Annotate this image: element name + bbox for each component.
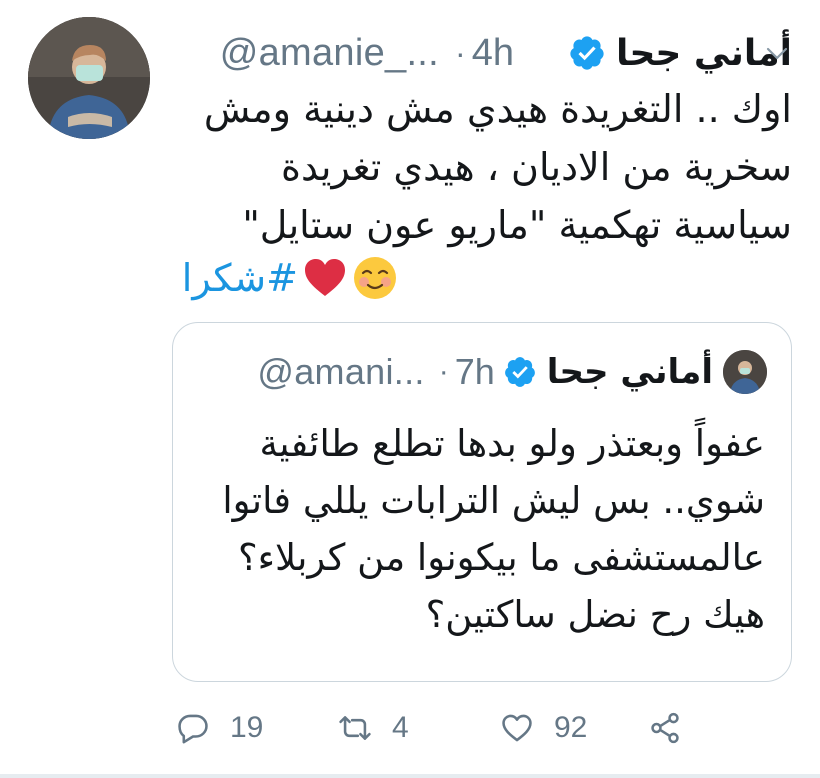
reply-icon [178,714,208,744]
tweet-header: @amanie_... · 4h أماني جحا [170,28,792,78]
divider [0,774,820,778]
tweet-meta: @amanie_... · 4h أماني جحا [220,32,792,75]
quoted-tweet-meta: @amani... · 7h أماني جحا [257,351,713,393]
like-count: 92 [554,711,588,744]
tweet-timestamp[interactable]: 4h [472,32,514,75]
chevron-down-icon[interactable] [762,38,792,68]
like-button[interactable]: 92 [500,711,648,745]
heart-icon [502,714,532,742]
verified-badge-icon [504,357,535,387]
hashtag-link[interactable]: #شكرا [182,256,298,300]
share-icon [651,712,679,744]
quoted-text-line: شوي.. بس ليش الترابات يللي فاتوا [222,479,765,522]
tweet-text-line: اوك .. التغريدة هيدي مش دينية ومش [203,87,792,131]
tweet-text-line: سياسية تهكمية "ماريو عون ستايل" [242,203,792,247]
quoted-text-line: عالمستشفى ما بيكونوا من كربلاء؟ [237,536,765,579]
quoted-text-line: هيك رح نضل ساكتين؟ [425,593,765,636]
reply-button[interactable]: 19 [176,711,338,745]
tweet-tags: #شكرا [182,252,398,304]
author-handle[interactable]: @amanie_... [220,32,439,75]
retweet-icon [339,716,371,740]
separator-dot: · [438,355,449,388]
tweet-text: اوك .. التغريدة هيدي مش دينية ومش سخرية … [172,80,792,254]
quoted-tweet-timestamp[interactable]: 7h [455,351,495,393]
author-avatar[interactable] [28,17,150,139]
quoted-author-handle[interactable]: @amani... [257,351,424,393]
separator-dot: · [455,34,466,71]
reply-count: 19 [230,711,264,744]
tweet-actions: 19 4 92 [176,704,720,752]
smiling-face-icon [354,257,396,299]
tweet: @amanie_... · 4h أماني جحا اوك .. التغري… [0,0,820,778]
share-button[interactable] [648,711,682,745]
red-heart-icon [305,259,345,296]
quoted-text-line: عفواً وبعتذر ولو بدها تطلع طائفية [259,422,765,465]
tweet-text-line: سخرية من الاديان ، هيدي تغريدة [281,145,792,189]
verified-badge-icon [570,36,604,70]
retweet-count: 4 [392,711,409,744]
quoted-tweet-header: @amani... · 7h أماني جحا [197,349,767,395]
quoted-author-avatar[interactable] [723,350,767,394]
quoted-tweet-text: عفواً وبعتذر ولو بدها تطلع طائفية شوي.. … [205,415,765,643]
quoted-author-name[interactable]: أماني جحا [547,352,713,392]
retweet-button[interactable]: 4 [338,711,500,745]
quoted-tweet-card[interactable]: @amani... · 7h أماني جحا عفواً وبعتذر ول… [172,322,792,682]
